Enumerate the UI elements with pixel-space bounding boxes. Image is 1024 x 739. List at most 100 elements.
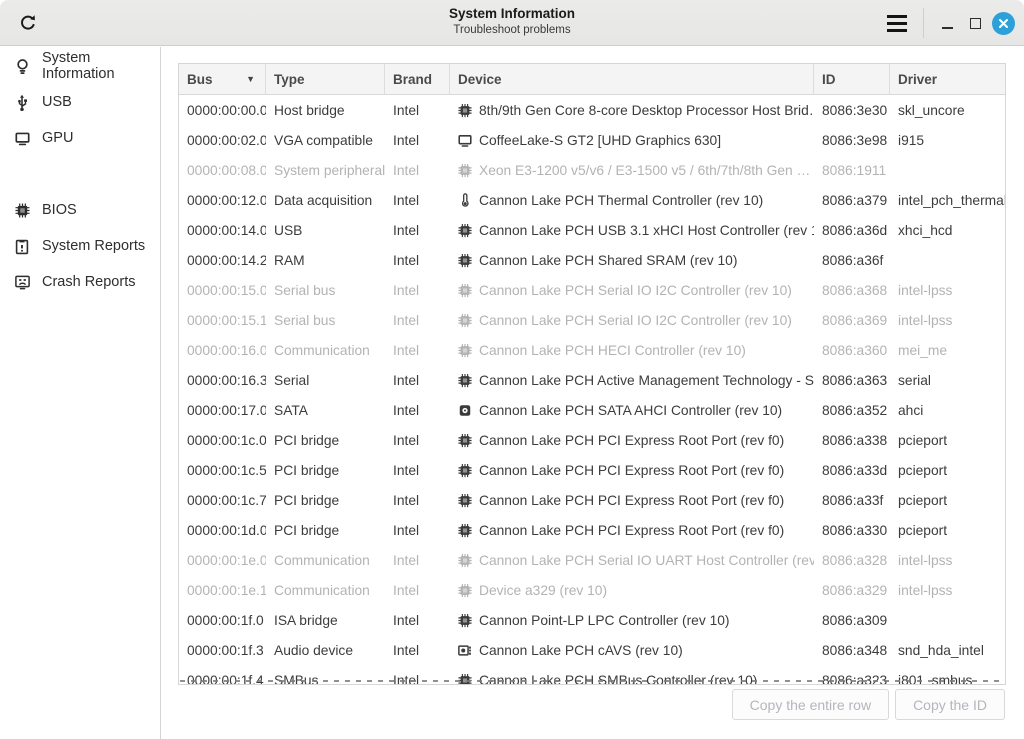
cell-bus: 0000:00:12.0	[179, 185, 266, 215]
table-row[interactable]: 0000:00:1e.1CommunicationIntelDevice a32…	[179, 575, 1005, 605]
cell-driver: pcieport	[890, 485, 1005, 515]
cell-bus: 0000:00:1c.0	[179, 425, 266, 455]
cell-device: Cannon Lake PCH HECI Controller (rev 10)	[450, 335, 814, 365]
device-name: Cannon Lake PCH Serial IO I2C Controller…	[479, 313, 792, 328]
cell-driver: intel-lpss	[890, 575, 1005, 605]
cell-bus: 0000:00:1f.0	[179, 605, 266, 635]
table-body: 0000:00:00.0Host bridgeIntel8th/9th Gen …	[179, 95, 1005, 685]
table-row[interactable]: 0000:00:00.0Host bridgeIntel8th/9th Gen …	[179, 95, 1005, 125]
device-name: Xeon E3-1200 v5/v6 / E3-1500 v5 / 6th/7t…	[479, 163, 810, 178]
chip-icon	[458, 433, 472, 448]
usb-icon	[13, 93, 31, 111]
cell-type: ISA bridge	[266, 605, 385, 635]
cell-brand: Intel	[385, 275, 450, 305]
sidebar-item-system-reports[interactable]: System Reports	[0, 228, 160, 264]
cell-id: 8086:a363	[814, 365, 890, 395]
minimize-icon	[942, 27, 953, 29]
cell-brand: Intel	[385, 185, 450, 215]
column-header-bus[interactable]: Bus ▼	[179, 64, 266, 94]
table-row[interactable]: 0000:00:15.0Serial busIntelCannon Lake P…	[179, 275, 1005, 305]
cell-driver: mei_me	[890, 335, 1005, 365]
table-row[interactable]: 0000:00:1f.4SMBusIntelCannon Lake PCH SM…	[179, 665, 1005, 685]
cell-bus: 0000:00:08.0	[179, 155, 266, 185]
column-header-brand[interactable]: Brand	[385, 64, 450, 94]
table-row[interactable]: 0000:00:1d.0PCI bridgeIntelCannon Lake P…	[179, 515, 1005, 545]
cell-brand: Intel	[385, 95, 450, 125]
table-row[interactable]: 0000:00:02.0VGA compatibleIntelCoffeeLak…	[179, 125, 1005, 155]
sidebar-item-system-information[interactable]: System Information	[0, 48, 160, 84]
table-row[interactable]: 0000:00:1f.3Audio deviceIntelCannon Lake…	[179, 635, 1005, 665]
cell-driver: i915	[890, 125, 1005, 155]
cell-bus: 0000:00:02.0	[179, 125, 266, 155]
table-row[interactable]: 0000:00:15.1Serial busIntelCannon Lake P…	[179, 305, 1005, 335]
table-row[interactable]: 0000:00:1c.5PCI bridgeIntelCannon Lake P…	[179, 455, 1005, 485]
cell-brand: Intel	[385, 125, 450, 155]
sidebar-item-label: System Information	[42, 50, 160, 82]
cell-brand: Intel	[385, 305, 450, 335]
cell-id: 8086:a323	[814, 665, 890, 685]
cell-bus: 0000:00:1d.0	[179, 515, 266, 545]
cell-type: Communication	[266, 335, 385, 365]
lightbulb-icon	[13, 57, 31, 75]
table-row[interactable]: 0000:00:1f.0ISA bridgeIntelCannon Point-…	[179, 605, 1005, 635]
sidebar-item-bios[interactable]: BIOS	[0, 192, 160, 228]
cell-bus: 0000:00:16.0	[179, 335, 266, 365]
refresh-button[interactable]	[14, 10, 42, 36]
cell-bus: 0000:00:1e.0	[179, 545, 266, 575]
cell-brand: Intel	[385, 635, 450, 665]
sidebar-item-crash-reports[interactable]: Crash Reports	[0, 264, 160, 300]
device-name: Cannon Lake PCH Shared SRAM (rev 10)	[479, 253, 737, 268]
copy-entire-row-button[interactable]: Copy the entire row	[732, 689, 889, 720]
cell-device: Cannon Lake PCH Serial IO UART Host Cont…	[450, 545, 814, 575]
table-row[interactable]: 0000:00:14.2RAMIntelCannon Lake PCH Shar…	[179, 245, 1005, 275]
minimize-button[interactable]	[934, 10, 960, 36]
cell-id: 8086:a36f	[814, 245, 890, 275]
chip-icon	[458, 103, 472, 118]
cell-id: 8086:a369	[814, 305, 890, 335]
sidebar-item-pci[interactable]: PCI	[0, 156, 160, 192]
cell-brand: Intel	[385, 545, 450, 575]
cell-driver: intel-lpss	[890, 545, 1005, 575]
cell-device: Cannon Lake PCH Shared SRAM (rev 10)	[450, 245, 814, 275]
cell-id: 8086:a360	[814, 335, 890, 365]
sidebar-item-label: USB	[42, 94, 72, 110]
table-row[interactable]: 0000:00:1c.0PCI bridgeIntelCannon Lake P…	[179, 425, 1005, 455]
device-name: Cannon Lake PCH SATA AHCI Controller (re…	[479, 403, 782, 418]
column-header-type[interactable]: Type	[266, 64, 385, 94]
sidebar-item-gpu[interactable]: GPU	[0, 120, 160, 156]
cell-driver: ahci	[890, 395, 1005, 425]
device-name: Cannon Lake PCH Serial IO I2C Controller…	[479, 283, 792, 298]
column-header-device[interactable]: Device	[450, 64, 814, 94]
sidebar-item-usb[interactable]: USB	[0, 84, 160, 120]
close-button[interactable]	[990, 10, 1016, 36]
table-row[interactable]: 0000:00:14.0USBIntelCannon Lake PCH USB …	[179, 215, 1005, 245]
copy-id-button[interactable]: Copy the ID	[895, 689, 1005, 720]
table-row[interactable]: 0000:00:08.0System peripheralIntelXeon E…	[179, 155, 1005, 185]
table-row[interactable]: 0000:00:12.0Data acquisitionIntelCannon …	[179, 185, 1005, 215]
crash-screen-icon	[13, 273, 31, 291]
cell-bus: 0000:00:17.0	[179, 395, 266, 425]
chip-icon	[458, 223, 472, 238]
cell-device: Device a329 (rev 10)	[450, 575, 814, 605]
table-row[interactable]: 0000:00:1c.7PCI bridgeIntelCannon Lake P…	[179, 485, 1005, 515]
table-row[interactable]: 0000:00:17.0SATAIntelCannon Lake PCH SAT…	[179, 395, 1005, 425]
cell-device: Xeon E3-1200 v5/v6 / E3-1500 v5 / 6th/7t…	[450, 155, 814, 185]
table-row[interactable]: 0000:00:16.3SerialIntelCannon Lake PCH A…	[179, 365, 1005, 395]
column-header-driver[interactable]: Driver	[890, 64, 1005, 94]
device-name: Cannon Point-LP LPC Controller (rev 10)	[479, 613, 730, 628]
table-row[interactable]: 0000:00:1e.0CommunicationIntelCannon Lak…	[179, 545, 1005, 575]
cell-bus: 0000:00:1e.1	[179, 575, 266, 605]
cell-id: 8086:a330	[814, 515, 890, 545]
device-name: Cannon Lake PCH PCI Express Root Port (r…	[479, 463, 784, 478]
hamburger-menu-button[interactable]	[879, 8, 915, 38]
drive-icon	[458, 403, 472, 418]
maximize-button[interactable]	[962, 10, 988, 36]
table-header: Bus ▼ Type Brand Device ID Driver	[179, 64, 1005, 95]
cell-brand: Intel	[385, 455, 450, 485]
chip-icon	[458, 313, 472, 328]
cell-driver: pcieport	[890, 515, 1005, 545]
cell-id: 8086:a352	[814, 395, 890, 425]
column-header-id[interactable]: ID	[814, 64, 890, 94]
table-row[interactable]: 0000:00:16.0CommunicationIntelCannon Lak…	[179, 335, 1005, 365]
cell-type: Serial bus	[266, 305, 385, 335]
